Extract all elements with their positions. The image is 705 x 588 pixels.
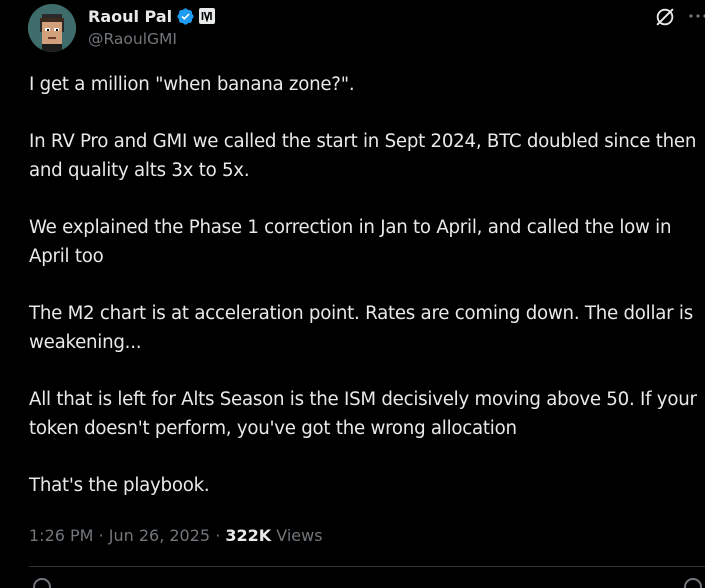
tweet-paragraph: In RV Pro and GMI we called the start in… [29, 131, 697, 181]
meta-separator: · [98, 526, 104, 545]
tweet-paragraph: That's the playbook. [29, 475, 210, 496]
avatar[interactable] [28, 4, 76, 52]
tweet-text: I get a million "when banana zone?". In … [29, 70, 705, 528]
tweet-paragraph: We explained the Phase 1 correction in J… [29, 217, 672, 267]
author-display-name[interactable]: Raoul Pal [88, 7, 172, 26]
views-label: Views [276, 526, 323, 545]
tweet-paragraph: All that is left for Alts Season is the … [29, 389, 697, 439]
tweet-paragraph: The M2 chart is at acceleration point. R… [29, 303, 693, 353]
views-count: 322K [225, 526, 272, 545]
reply-icon[interactable] [33, 578, 51, 588]
more-icon[interactable] [686, 4, 705, 28]
avatar-pixel-art-icon [28, 4, 76, 52]
grok-icon[interactable] [654, 6, 676, 28]
author-name-row: Raoul Pal [88, 5, 216, 27]
tweet-paragraph: I get a million "when banana zone?". [29, 74, 355, 95]
tweet-card: Raoul Pal @RaoulGMI I get a million "whe… [0, 0, 705, 588]
share-icon[interactable] [684, 578, 702, 588]
meta-separator: · [215, 526, 221, 545]
tweet-meta: 1:26 PM · Jun 26, 2025 · 322K Views [29, 524, 323, 548]
action-bar [0, 578, 705, 588]
author-handle[interactable]: @RaoulGMI [88, 30, 177, 48]
tweet-date[interactable]: Jun 26, 2025 [109, 526, 210, 545]
tweet-time[interactable]: 1:26 PM [29, 526, 93, 545]
affiliate-badge-icon[interactable] [199, 8, 216, 24]
verified-badge-icon[interactable] [176, 7, 195, 26]
divider [29, 566, 705, 567]
